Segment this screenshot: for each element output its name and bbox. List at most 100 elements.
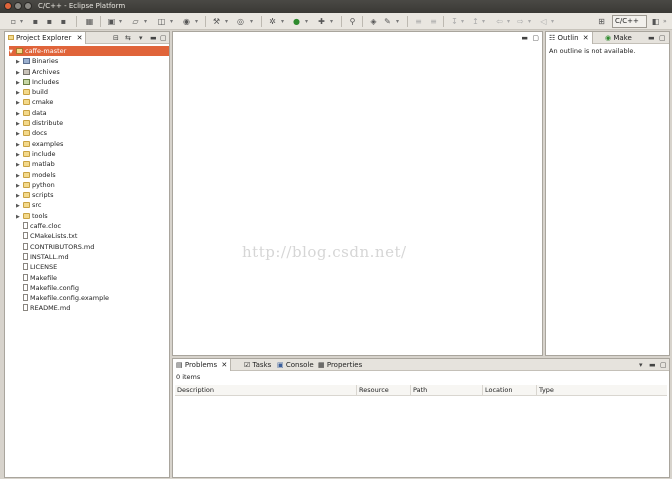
search-icon[interactable]: ⚲ [347, 16, 358, 27]
external-tools-icon[interactable]: ✚ [316, 16, 327, 27]
dropdown-icon[interactable]: ▾ [305, 16, 308, 27]
new-dropdown-icon[interactable]: ▾ [20, 16, 23, 27]
close-icon[interactable]: ✕ [77, 34, 83, 42]
minimize-icon[interactable]: ▬ [648, 33, 655, 43]
window-minimize-button[interactable] [14, 2, 22, 10]
tree-folder-item[interactable]: ▶ include [9, 149, 169, 159]
tree-folder-item[interactable]: ▶ cmake [9, 97, 169, 107]
build-icon[interactable]: ▦ [84, 16, 95, 27]
tree-folder-item[interactable]: ▶ distribute [9, 118, 169, 128]
tab-outline[interactable]: ☷ Outlin ✕ [546, 32, 593, 44]
tree-folder-item[interactable]: ▶ build [9, 87, 169, 97]
dropdown-icon[interactable]: ▾ [482, 16, 485, 27]
dropdown-icon[interactable]: ▾ [144, 16, 147, 27]
new-project-icon[interactable]: ▣ [106, 16, 117, 27]
tree-item[interactable]: INSTALL.md [9, 252, 169, 262]
next-edit-icon[interactable]: ↧ [449, 16, 460, 27]
dropdown-icon[interactable]: ▾ [119, 16, 122, 27]
tab-tasks[interactable]: ☑ Tasks [241, 359, 274, 371]
minimize-icon[interactable]: ▬ [649, 360, 656, 370]
tree-item[interactable]: ▶ Includes [9, 77, 169, 87]
tree-folder-item[interactable]: ▶ models [9, 170, 169, 180]
save-icon[interactable]: ▪ [30, 16, 41, 27]
open-type-icon[interactable]: ◈ [368, 16, 379, 27]
column-resource[interactable]: Resource [357, 385, 411, 396]
dropdown-icon[interactable]: ▾ [528, 16, 531, 27]
dropdown-icon[interactable]: ▾ [281, 16, 284, 27]
new-folder-icon[interactable]: ▱ [130, 16, 141, 27]
print-icon[interactable]: ▪ [58, 16, 69, 27]
column-type[interactable]: Type [537, 385, 667, 396]
back-icon[interactable]: ⇦ [494, 16, 505, 27]
column-description[interactable]: Description [175, 385, 357, 396]
editor-maximize-icon[interactable]: ▢ [532, 33, 539, 43]
dropdown-icon[interactable]: ▾ [461, 16, 464, 27]
tree-folder-item[interactable]: ▶ docs [9, 128, 169, 138]
tab-project-explorer[interactable]: Project Explorer ✕ [5, 32, 87, 44]
tree-item[interactable]: Makefile [9, 273, 169, 283]
tree-folder-item[interactable]: ▶ src [9, 200, 169, 210]
tree-item[interactable]: LICENSE [9, 262, 169, 272]
tab-problems[interactable]: ▤ Problems ✕ [173, 359, 232, 371]
tree-item[interactable]: CMakeLists.txt [9, 231, 169, 241]
tree-folder-item[interactable]: ▶ data [9, 108, 169, 118]
tree-item[interactable]: caffe.cloc [9, 221, 169, 231]
close-icon[interactable]: ✕ [221, 361, 227, 369]
tree-item[interactable]: CONTRIBUTORS.md [9, 242, 169, 252]
tab-console[interactable]: ▣ Console [274, 359, 317, 371]
dropdown-icon[interactable]: ▾ [330, 16, 333, 27]
tree-folder-item[interactable]: ▼ caffe-master [9, 46, 169, 57]
forward-icon[interactable]: ⇨ [515, 16, 526, 27]
window-maximize-button[interactable] [24, 2, 32, 10]
editor-minimize-icon[interactable]: ▬ [521, 33, 528, 43]
new-class-icon[interactable]: ◉ [181, 16, 192, 27]
minimize-icon[interactable]: ▬ [150, 33, 157, 43]
tree-folder-item[interactable]: ▶ scripts [9, 190, 169, 200]
debug-icon[interactable]: ✲ [267, 16, 278, 27]
view-menu-icon[interactable]: ▾ [139, 33, 143, 43]
make-target-icon[interactable]: ◎ [235, 16, 246, 27]
maximize-icon[interactable]: ▢ [660, 360, 667, 370]
more-perspectives-icon[interactable]: » [663, 16, 667, 27]
tree-item[interactable]: Makefile.config [9, 283, 169, 293]
next-annotation-icon[interactable]: ≡ [428, 16, 439, 27]
editor-area[interactable]: ▬ ▢ [172, 31, 543, 356]
tree-item[interactable]: ▶ Archives [9, 67, 169, 77]
perspective-cpp-button[interactable]: C/C++ [612, 15, 647, 28]
tree-folder-item[interactable]: ▶ matlab [9, 159, 169, 169]
tree-item[interactable]: README.md [9, 303, 169, 313]
view-menu-icon[interactable]: ▾ [639, 360, 643, 370]
maximize-icon[interactable]: ▢ [659, 33, 666, 43]
dropdown-icon[interactable]: ▾ [507, 16, 510, 27]
tree-folder-item[interactable]: ▶ tools [9, 211, 169, 221]
collapse-all-icon[interactable]: ⊟ [113, 33, 119, 43]
dropdown-icon[interactable]: ▾ [250, 16, 253, 27]
save-all-icon[interactable]: ▪ [44, 16, 55, 27]
maximize-icon[interactable]: ▢ [160, 33, 167, 43]
debug-perspective-icon[interactable]: ◧ [650, 16, 661, 27]
hammer-icon[interactable]: ⚒ [211, 16, 222, 27]
tab-properties[interactable]: ▦ Properties [315, 359, 365, 371]
dropdown-icon[interactable]: ▾ [551, 16, 554, 27]
tree-folder-item[interactable]: ▶ python [9, 180, 169, 190]
dropdown-icon[interactable]: ▾ [170, 16, 173, 27]
column-location[interactable]: Location [483, 385, 537, 396]
tree-item[interactable]: Makefile.config.example [9, 293, 169, 303]
new-icon[interactable]: ▫ [8, 16, 19, 27]
tab-make[interactable]: ◉ Make [602, 32, 635, 44]
history-icon[interactable]: ◁ [538, 16, 549, 27]
last-edit-icon[interactable]: ↥ [470, 16, 481, 27]
close-icon[interactable]: ✕ [583, 34, 589, 42]
open-perspective-icon[interactable]: ⊞ [596, 16, 607, 27]
dropdown-icon[interactable]: ▾ [195, 16, 198, 27]
run-icon[interactable]: ● [291, 16, 302, 27]
link-editor-icon[interactable]: ⇆ [125, 33, 131, 43]
tree-item[interactable]: ▶ Binaries [9, 56, 169, 66]
dropdown-icon[interactable]: ▾ [225, 16, 228, 27]
prev-annotation-icon[interactable]: ≡ [413, 16, 424, 27]
new-file-icon[interactable]: ◫ [156, 16, 167, 27]
pen-icon[interactable]: ✎ [382, 16, 393, 27]
window-close-button[interactable] [4, 2, 12, 10]
column-path[interactable]: Path [411, 385, 483, 396]
tree-folder-item[interactable]: ▶ examples [9, 139, 169, 149]
